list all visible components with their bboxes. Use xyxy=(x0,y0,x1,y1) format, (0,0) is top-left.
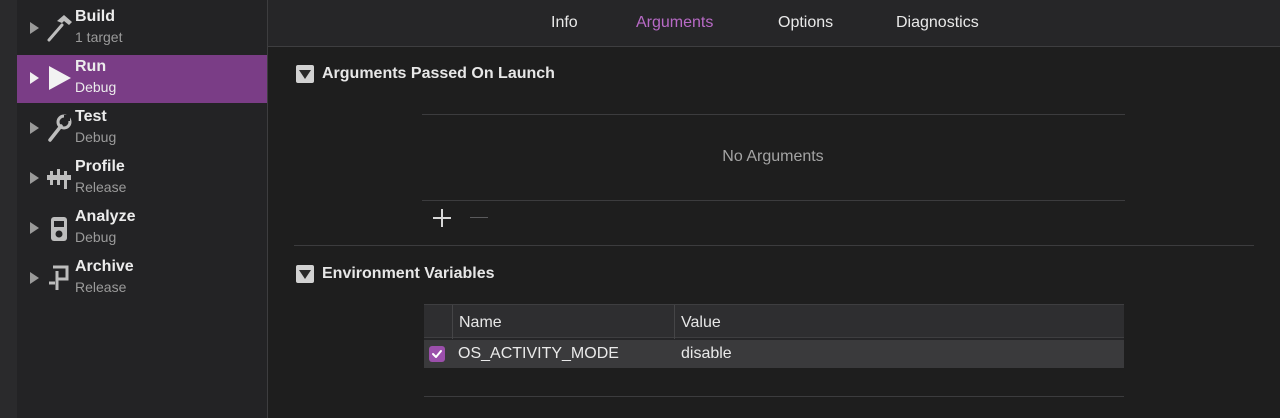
add-argument-button[interactable] xyxy=(433,209,451,227)
sidebar-item-name: Run xyxy=(75,58,107,75)
collapse-arguments-icon[interactable] xyxy=(296,65,314,83)
gauge-icon xyxy=(45,163,73,193)
tab-options[interactable]: Options xyxy=(778,14,833,32)
remove-argument-button[interactable] xyxy=(470,209,488,227)
sidebar-item-archive[interactable]: Archive Release xyxy=(17,255,267,303)
variable-value-cell[interactable]: disable xyxy=(681,345,732,363)
tab-info[interactable]: Info xyxy=(551,14,578,32)
arguments-list-bottom-border xyxy=(422,200,1125,201)
sidebar-item-build[interactable]: Build 1 target xyxy=(17,5,267,53)
hammer-icon xyxy=(45,13,73,43)
checkmark-icon xyxy=(432,350,442,358)
disclosure-triangle-icon[interactable] xyxy=(30,22,39,34)
sidebar-item-name: Profile xyxy=(75,158,125,175)
tab-bar: Info Arguments Options Diagnostics xyxy=(268,0,1280,47)
archive-icon xyxy=(45,263,73,293)
column-separator[interactable] xyxy=(674,305,675,339)
sidebar-item-subtitle: Debug xyxy=(75,79,117,95)
disclosure-triangle-icon[interactable] xyxy=(30,272,39,284)
sidebar-edge xyxy=(0,0,17,418)
column-separator[interactable] xyxy=(452,305,453,339)
tab-arguments[interactable]: Arguments xyxy=(636,14,713,32)
arguments-list-top-border xyxy=(422,114,1125,115)
sidebar-item-subtitle: 1 target xyxy=(75,29,123,45)
table-row[interactable]: OS_ACTIVITY_MODE disable xyxy=(424,340,1124,368)
disclosure-triangle-icon[interactable] xyxy=(30,122,39,134)
sidebar-item-subtitle: Debug xyxy=(75,229,117,245)
sidebar-item-analyze[interactable]: Analyze Debug xyxy=(17,205,267,253)
sidebar-item-name: Build xyxy=(75,8,115,25)
scheme-action-sidebar: Build 1 target Run Debug Test Debug Prof… xyxy=(0,0,268,418)
play-icon xyxy=(45,63,73,93)
sidebar-item-name: Archive xyxy=(75,258,134,275)
sidebar-item-test[interactable]: Test Debug xyxy=(17,105,267,153)
environment-table-bottom-border xyxy=(424,396,1124,397)
environment-variables-table: Name Value OS_ACTIVITY_MODE disable xyxy=(424,304,1124,368)
collapse-environment-icon[interactable] xyxy=(296,265,314,283)
environment-section-title: Environment Variables xyxy=(322,265,495,282)
section-divider xyxy=(294,245,1254,246)
disclosure-triangle-icon[interactable] xyxy=(30,172,39,184)
sidebar-item-name: Analyze xyxy=(75,208,136,225)
variable-name-cell[interactable]: OS_ACTIVITY_MODE xyxy=(458,345,619,363)
wrench-icon xyxy=(45,113,73,143)
sidebar-item-subtitle: Release xyxy=(75,179,127,195)
sidebar-item-subtitle: Release xyxy=(75,279,127,295)
sidebar-item-run[interactable]: Run Debug xyxy=(17,55,267,103)
sidebar-item-subtitle: Debug xyxy=(75,129,117,145)
arguments-section-title: Arguments Passed On Launch xyxy=(322,65,555,82)
sidebar-item-name: Test xyxy=(75,108,107,125)
sidebar-divider xyxy=(267,0,268,418)
column-header-name[interactable]: Name xyxy=(459,314,502,332)
sidebar-item-profile[interactable]: Profile Release xyxy=(17,155,267,203)
column-header-value[interactable]: Value xyxy=(681,314,721,332)
disclosure-triangle-icon[interactable] xyxy=(30,222,39,234)
table-header: Name Value xyxy=(424,304,1124,339)
no-arguments-label: No Arguments xyxy=(722,148,824,165)
analyze-icon xyxy=(45,213,73,243)
disclosure-triangle-icon[interactable] xyxy=(30,72,39,84)
enable-variable-checkbox[interactable] xyxy=(429,346,445,362)
tab-diagnostics[interactable]: Diagnostics xyxy=(896,14,979,32)
